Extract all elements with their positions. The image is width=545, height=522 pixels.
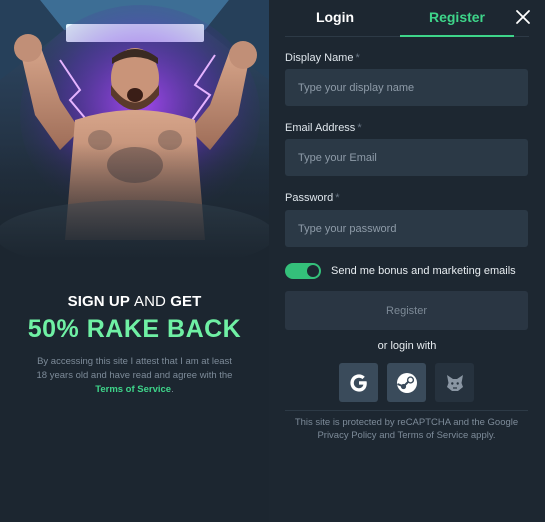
- password-label: Password *: [285, 192, 340, 204]
- disclaimer-suffix: .: [171, 384, 174, 395]
- rakeback-offer: 50% RAKE BACK: [27, 315, 242, 343]
- password-label-text: Password: [285, 192, 334, 204]
- register-button[interactable]: Register: [285, 291, 528, 330]
- auth-tabs: Login Register: [285, 0, 529, 37]
- required-marker: *: [355, 52, 360, 64]
- divider: [285, 410, 528, 411]
- close-icon[interactable]: [515, 9, 531, 25]
- metamask-login-button[interactable]: [435, 363, 474, 402]
- social-login-buttons: [339, 363, 474, 402]
- email-label-text: Email Address: [285, 122, 356, 134]
- metamask-icon: [446, 374, 463, 391]
- steam-icon: [396, 372, 417, 393]
- display-name-input[interactable]: [285, 69, 528, 106]
- recaptcha-notice: This site is protected by reCAPTCHA and …: [294, 417, 519, 441]
- headline-get: GET: [170, 293, 202, 310]
- signup-headline: SIGN UP AND GET: [0, 293, 269, 310]
- google-login-button[interactable]: [339, 363, 378, 402]
- email-label: Email Address *: [285, 122, 362, 134]
- hero-image: [0, 0, 269, 260]
- tab-login[interactable]: Login: [285, 0, 385, 37]
- display-name-label: Display Name *: [285, 52, 360, 64]
- required-marker: *: [335, 192, 340, 204]
- marketing-toggle[interactable]: [285, 263, 321, 279]
- headline-signup: SIGN UP: [67, 293, 130, 310]
- marketing-toggle-label: Send me bonus and marketing emails: [331, 265, 516, 277]
- email-input[interactable]: [285, 139, 528, 176]
- display-name-label-text: Display Name: [285, 52, 354, 64]
- password-input[interactable]: [285, 210, 528, 247]
- auth-panel: Login Register Display Name* Email Addre…: [269, 0, 545, 522]
- promo-panel: SIGN UP AND GET 50% RAKE BACK By accessi…: [0, 0, 269, 522]
- terms-of-service-link[interactable]: Terms of Service: [95, 384, 171, 395]
- age-disclaimer: By accessing this site I attest that I a…: [35, 355, 235, 397]
- marketing-toggle-row: Send me bonus and marketing emails: [285, 262, 516, 280]
- promo-copy: SIGN UP AND GET 50% RAKE BACK By accessi…: [0, 293, 269, 397]
- social-login-heading: or login with: [377, 340, 437, 352]
- google-icon: [349, 373, 367, 392]
- required-marker: *: [357, 122, 362, 134]
- tab-register[interactable]: Register: [400, 0, 514, 37]
- toggle-knob: [307, 265, 319, 277]
- headline-and: AND: [133, 293, 166, 310]
- disclaimer-text: By accessing this site I attest that I a…: [36, 356, 233, 381]
- steam-login-button[interactable]: [387, 363, 426, 402]
